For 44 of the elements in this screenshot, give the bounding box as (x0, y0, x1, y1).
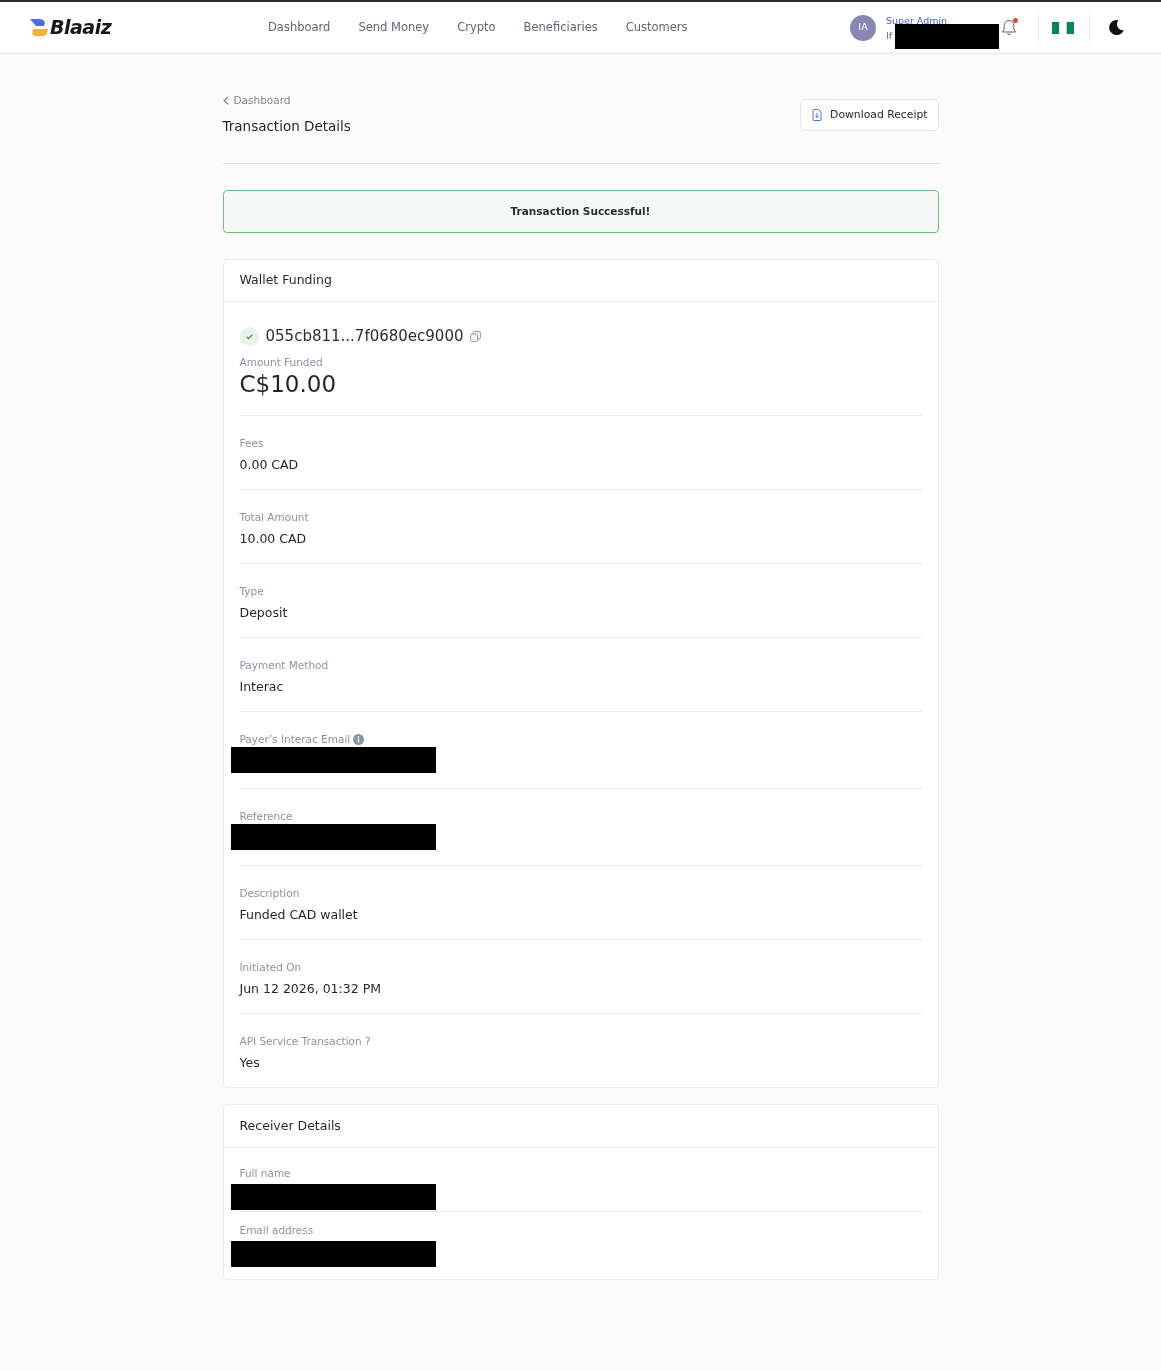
field-label: Email address (239, 1223, 314, 1237)
field-label: Initiated On (239, 960, 302, 974)
field-label: Total Amount (239, 510, 309, 524)
field-label: Type (239, 584, 264, 598)
download-receipt-button[interactable]: Download Receipt (800, 99, 939, 131)
logo-mark-icon (30, 19, 48, 36)
nav-link[interactable]: Dashboard (268, 18, 331, 37)
card-title: Receiver Details (239, 1116, 341, 1135)
flag-icon[interactable] (1052, 21, 1074, 34)
field-label: Payment Method (239, 658, 329, 672)
field-value: Funded CAD wallet (239, 906, 358, 924)
page-title: Transaction Details (222, 117, 351, 136)
back-link[interactable]: Dashboard (222, 93, 291, 107)
field-label: Full name (239, 1166, 291, 1180)
moon-icon[interactable] (1109, 20, 1124, 35)
user-avatar[interactable]: IA (850, 14, 876, 41)
user-name: If (886, 29, 893, 41)
amount-value: C$10.00 (239, 370, 337, 399)
field-value: 0.00 CAD (239, 456, 299, 474)
brand-logo[interactable]: Blaaiz (30, 13, 268, 42)
amount-label: Amount Funded (239, 355, 323, 369)
field-label: Reference (239, 809, 293, 823)
nav-link[interactable]: Send Money (358, 18, 430, 37)
field-label: API Service Transaction ? (239, 1034, 371, 1048)
field-value: Jun 12 2026, 01:32 PM (239, 980, 381, 998)
field-label: Fees (239, 436, 264, 450)
nav-link[interactable]: Customers (625, 18, 688, 37)
bell-icon[interactable] (1001, 18, 1017, 37)
nav-link[interactable]: Crypto (457, 18, 496, 37)
field-label: Payer’s Interac Email (239, 732, 365, 746)
check-circle-icon (239, 326, 259, 346)
status-message: Transaction Successful! (510, 203, 651, 219)
nav-link[interactable]: Beneficiaries (523, 18, 598, 37)
chevron-left-icon (222, 95, 229, 105)
field-value: Deposit (239, 604, 288, 622)
document-download-icon (812, 109, 823, 121)
user-role: Super Admin (886, 13, 949, 27)
field-value: Interac (239, 678, 284, 696)
copy-icon[interactable] (470, 330, 482, 342)
transaction-id: 055cb811...7f0680ec9000 (265, 325, 464, 347)
field-value: 10.00 CAD (239, 530, 307, 548)
field-value: Yes (239, 1054, 260, 1072)
card-title: Wallet Funding (239, 271, 332, 290)
field-label: Description (239, 886, 300, 900)
